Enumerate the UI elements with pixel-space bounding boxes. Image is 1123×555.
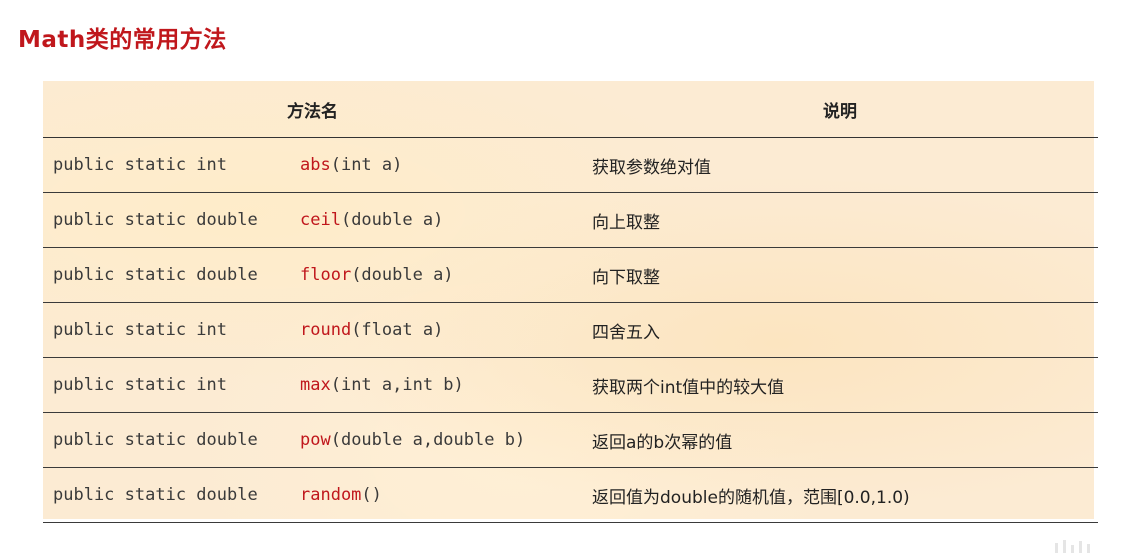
method-name: floor	[300, 265, 352, 285]
methods-table: 方法名 说明 public static int abs(int a) 获取参数绝…	[43, 81, 1098, 523]
method-params: (double a,double b)	[330, 430, 526, 450]
method-name: ceil	[300, 210, 341, 230]
table-row: public static int abs(int a) 获取参数绝对值	[43, 137, 1098, 193]
method-params: (int a,int b)	[330, 375, 464, 395]
method-modifiers: public static int	[53, 320, 227, 340]
method-description: 向下取整	[582, 247, 1098, 303]
methods-table-container: 方法名 说明 public static int abs(int a) 获取参数绝…	[43, 81, 1098, 523]
method-modifiers: public static double	[53, 210, 258, 230]
method-modifiers: public static int	[53, 155, 227, 175]
method-params: (double a)	[351, 265, 454, 285]
table-row: public static double ceil(double a) 向上取整	[43, 192, 1098, 248]
method-name: pow	[300, 430, 331, 450]
method-description: 返回值为double的随机值，范围[0.0,1.0)	[582, 467, 1098, 523]
method-signature: public static int round(float a)	[43, 302, 582, 358]
method-description: 获取两个int值中的较大值	[582, 357, 1098, 413]
method-name: max	[300, 375, 331, 395]
method-params: ()	[361, 485, 382, 505]
table-row: public static double floor(double a) 向下取整	[43, 247, 1098, 303]
method-signature: public static int abs(int a)	[43, 137, 582, 193]
table-row: public static int round(float a) 四舍五入	[43, 302, 1098, 358]
table-row: public static double random() 返回值为double的…	[43, 467, 1098, 523]
watermark-logo	[1055, 540, 1090, 553]
method-signature: public static double random()	[43, 467, 582, 523]
method-signature: public static double ceil(double a)	[43, 192, 582, 248]
method-modifiers: public static double	[53, 430, 258, 450]
method-name: random	[300, 485, 362, 505]
header-method-name: 方法名	[43, 81, 582, 138]
table-row: public static double pow(double a,double …	[43, 412, 1098, 468]
method-signature: public static double pow(double a,double …	[43, 412, 582, 468]
method-params: (int a)	[330, 155, 403, 175]
method-params: (float a)	[351, 320, 444, 340]
method-modifiers: public static double	[53, 485, 258, 505]
method-modifiers: public static double	[53, 265, 258, 285]
method-signature: public static int max(int a,int b)	[43, 357, 582, 413]
page-title: Math类的常用方法	[18, 27, 227, 53]
header-description: 说明	[582, 81, 1098, 138]
table-header-row: 方法名 说明	[43, 81, 1098, 138]
method-params: (double a)	[340, 210, 444, 230]
method-description: 返回a的b次幂的值	[582, 412, 1098, 468]
method-name: abs	[300, 155, 331, 175]
method-description: 向上取整	[582, 192, 1098, 248]
method-description: 四舍五入	[582, 302, 1098, 358]
method-signature: public static double floor(double a)	[43, 247, 582, 303]
method-modifiers: public static int	[53, 375, 227, 395]
method-name: round	[300, 320, 352, 340]
table-row: public static int max(int a,int b) 获取两个in…	[43, 357, 1098, 413]
method-description: 获取参数绝对值	[582, 137, 1098, 193]
